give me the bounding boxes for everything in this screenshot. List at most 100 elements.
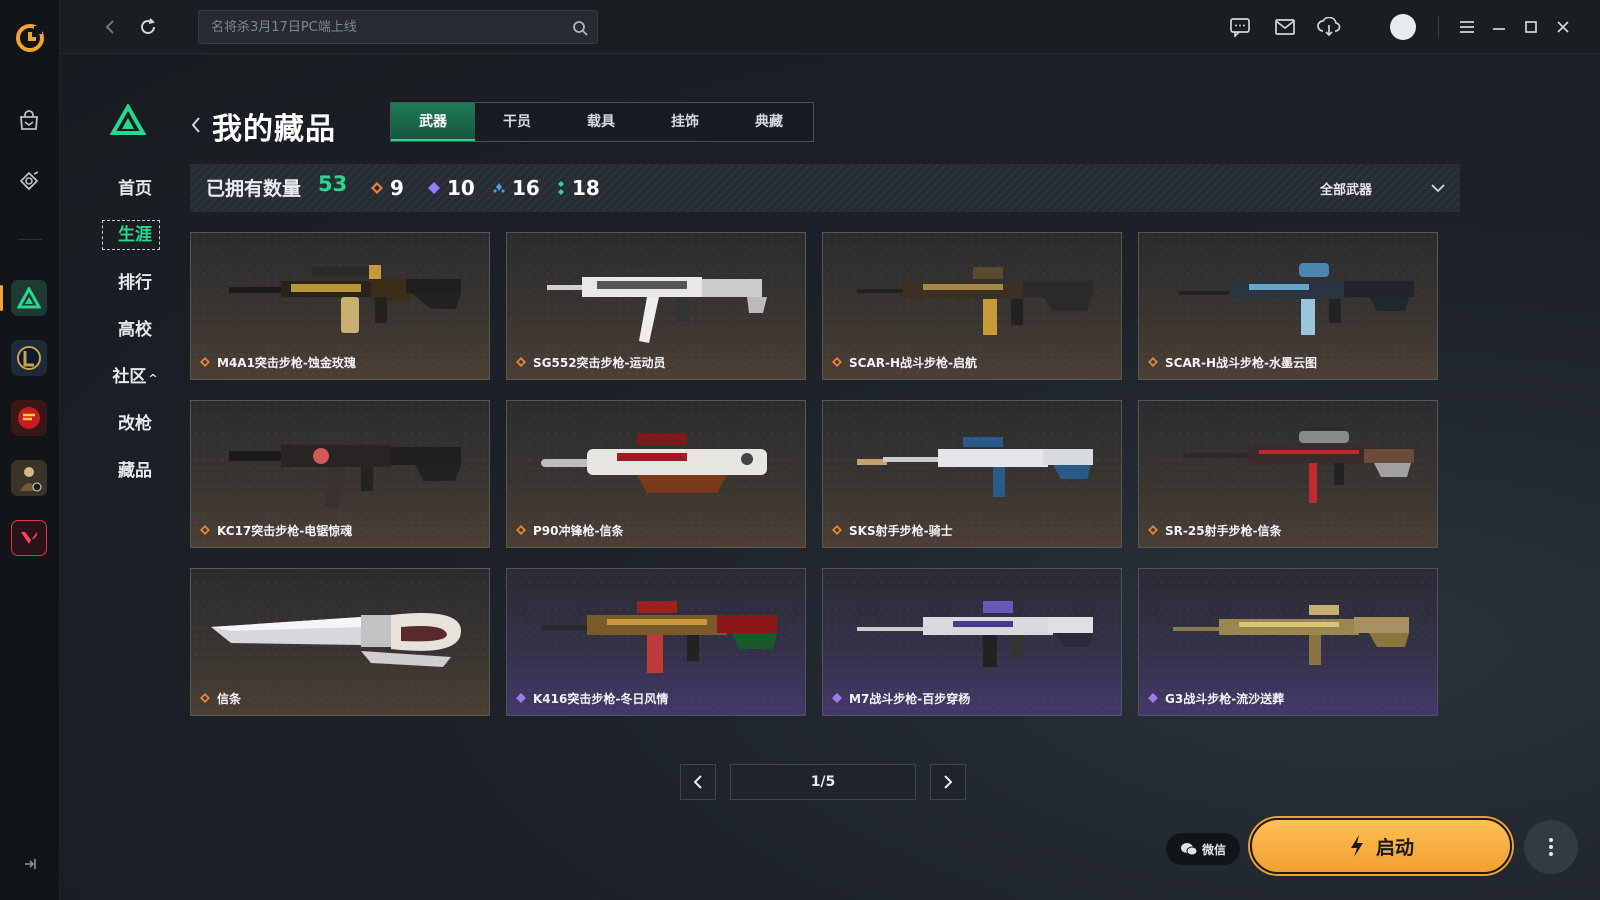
menu-icon[interactable] xyxy=(1452,13,1482,41)
main-content: 首页 生涯 排行 高校 社区 ^ 改枪 藏品 我的藏品 武器 干员 载具 挂饰 典… xyxy=(60,54,1600,900)
item-card[interactable]: SCAR-H战斗步枪-启航 xyxy=(822,232,1122,380)
item-name-label: 信条 xyxy=(217,691,242,706)
item-name-label: SCAR-H战斗步枪-水墨云图 xyxy=(1165,355,1317,370)
rarity-blue: 16 xyxy=(492,176,540,200)
back-icon[interactable] xyxy=(98,15,122,39)
tab-collectibles[interactable]: 典藏 xyxy=(727,103,811,141)
download-icon[interactable] xyxy=(1314,13,1344,41)
discover-icon[interactable] xyxy=(10,162,48,200)
app-logo[interactable] xyxy=(14,22,46,54)
item-card[interactable]: SCAR-H战斗步枪-水墨云图 xyxy=(1138,232,1438,380)
chat-icon[interactable] xyxy=(1225,13,1255,41)
weapon-image xyxy=(857,601,1093,667)
page-back-icon[interactable] xyxy=(190,114,208,136)
sidenav-item-home[interactable]: 首页 xyxy=(100,174,170,204)
rarity-green-count: 18 xyxy=(572,176,600,200)
wechat-label: 微信 xyxy=(1201,842,1226,857)
minimize-icon[interactable] xyxy=(1484,13,1514,41)
chevron-right-icon xyxy=(944,775,953,789)
lightning-icon xyxy=(1350,835,1363,857)
sidenav-item-community[interactable]: 社区 ^ xyxy=(100,362,170,392)
sidenav-item-collection[interactable]: 藏品 xyxy=(100,456,170,486)
orange-diamond-icon xyxy=(516,357,526,367)
prev-page-button[interactable] xyxy=(680,764,716,800)
sidenav-item-career[interactable]: 生涯 xyxy=(100,220,170,250)
item-name: SR-25射手步枪-信条 xyxy=(1147,521,1282,539)
rarity-orange-count: 9 xyxy=(390,176,404,200)
item-name: P90冲锋枪-信条 xyxy=(515,521,623,539)
item-card[interactable]: SG552突击步枪-运动员 xyxy=(506,232,806,380)
refresh-icon[interactable] xyxy=(136,15,160,39)
orange-diamond-icon xyxy=(371,182,383,194)
item-name: K416突击步枪-冬日风情 xyxy=(515,689,668,707)
item-name-label: SG552突击步枪-运动员 xyxy=(533,355,666,370)
owned-count-label: 已拥有数量 xyxy=(206,178,302,200)
item-card[interactable]: K416突击步枪-冬日风情 xyxy=(506,568,806,716)
wechat-icon xyxy=(1180,843,1198,856)
tab-operators[interactable]: 干员 xyxy=(475,103,559,141)
launch-label: 启动 xyxy=(1375,836,1414,859)
more-options-button[interactable] xyxy=(1524,820,1578,874)
tab-charms[interactable]: 挂饰 xyxy=(643,103,727,141)
rarity-blue-count: 16 xyxy=(512,176,540,200)
item-name: M4A1突击步枪-蚀金玫瑰 xyxy=(199,353,356,371)
item-name-label: SR-25射手步枪-信条 xyxy=(1165,523,1282,538)
wechat-button[interactable]: 微信 xyxy=(1166,833,1240,865)
item-card[interactable]: M4A1突击步枪-蚀金玫瑰 xyxy=(190,232,490,380)
mail-icon[interactable] xyxy=(1270,13,1300,41)
item-name-label: M7战斗步枪-百步穿杨 xyxy=(849,691,971,706)
weapon-image xyxy=(211,613,461,667)
next-page-button[interactable] xyxy=(930,764,966,800)
orange-diamond-icon xyxy=(200,693,210,703)
cf-game[interactable] xyxy=(11,400,47,436)
weapon-filter-label: 全部武器 xyxy=(1320,183,1373,198)
orange-diamond-icon xyxy=(1148,357,1158,367)
search-icon[interactable] xyxy=(571,19,589,37)
item-card[interactable]: SKS射手步枪-骑士 xyxy=(822,400,1122,548)
sidenav-item-gunsmith[interactable]: 改枪 xyxy=(100,409,170,439)
category-tabs: 武器 干员 载具 挂饰 典藏 xyxy=(390,102,814,142)
rarity-green: 18 xyxy=(556,176,600,200)
sidenav-community-label: 社区 xyxy=(112,367,147,387)
lol-game[interactable] xyxy=(11,340,47,376)
item-name-label: SKS射手步枪-骑士 xyxy=(849,523,953,538)
weapon-filter-dropdown[interactable]: 全部武器 xyxy=(1320,177,1446,199)
item-card[interactable]: KC17突击步枪-电锯惊魂 xyxy=(190,400,490,548)
search-input[interactable] xyxy=(199,11,559,43)
valorant-game[interactable] xyxy=(11,520,47,556)
avatar[interactable] xyxy=(1390,14,1416,40)
rail-divider xyxy=(18,239,42,240)
launch-button[interactable]: 启动 xyxy=(1250,818,1512,874)
item-name-label: SCAR-H战斗步枪-启航 xyxy=(849,355,977,370)
tab-weapons[interactable]: 武器 xyxy=(391,103,475,141)
purple-diamond-icon xyxy=(832,693,842,703)
item-name: 信条 xyxy=(199,689,241,707)
blue-diamond-icon xyxy=(493,183,505,193)
weapon-image xyxy=(547,269,767,343)
purple-diamond-icon xyxy=(516,693,526,703)
item-card[interactable]: G3战斗步枪-流沙送葬 xyxy=(1138,568,1438,716)
sidenav-item-ranking[interactable]: 排行 xyxy=(100,268,170,298)
orange-diamond-icon xyxy=(200,525,210,535)
top-bar xyxy=(60,0,1600,54)
window-controls-divider xyxy=(1438,16,1439,38)
item-card[interactable]: 信条 xyxy=(190,568,490,716)
expand-rail-icon[interactable] xyxy=(18,852,42,876)
item-card[interactable]: SR-25射手步枪-信条 xyxy=(1138,400,1438,548)
pubg-game[interactable] xyxy=(11,460,47,496)
orange-diamond-icon xyxy=(832,357,842,367)
weapon-image xyxy=(229,265,461,333)
rarity-purple: 10 xyxy=(427,176,475,200)
item-name: KC17突击步枪-电锯惊魂 xyxy=(199,521,352,539)
tab-vehicles[interactable]: 载具 xyxy=(559,103,643,141)
close-icon[interactable] xyxy=(1548,13,1578,41)
more-vertical-icon xyxy=(1549,838,1553,856)
weapon-image xyxy=(857,267,1093,335)
maximize-icon[interactable] xyxy=(1516,13,1546,41)
item-card[interactable]: P90冲锋枪-信条 xyxy=(506,400,806,548)
sidenav-item-college[interactable]: 高校 xyxy=(100,315,170,345)
item-name-label: M4A1突击步枪-蚀金玫瑰 xyxy=(217,355,356,370)
delta-game[interactable] xyxy=(11,280,47,316)
item-card[interactable]: M7战斗步枪-百步穿杨 xyxy=(822,568,1122,716)
store-icon[interactable] xyxy=(10,102,48,140)
